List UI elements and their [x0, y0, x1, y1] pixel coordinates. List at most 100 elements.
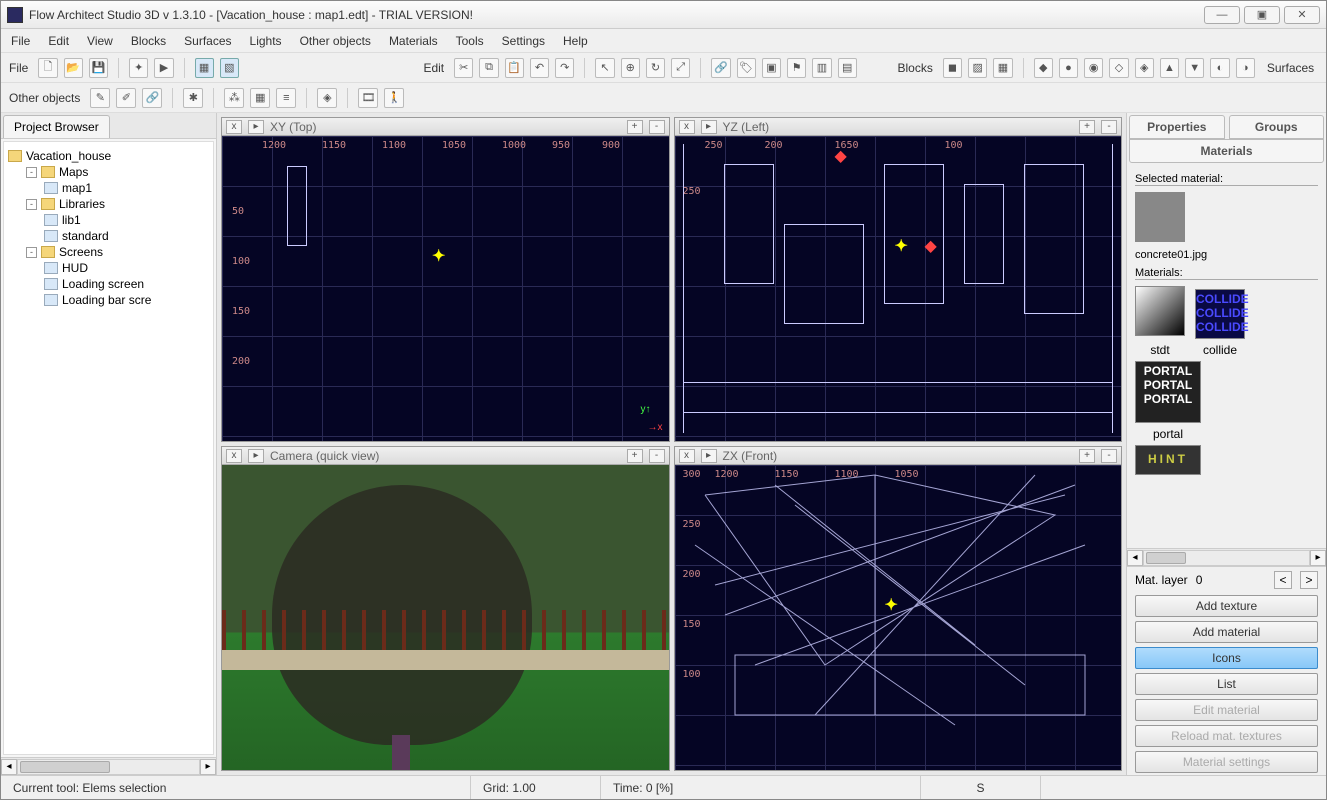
view-close-icon[interactable]: x: [679, 449, 695, 463]
film-icon[interactable]: 🎞: [358, 88, 378, 108]
layout-a-icon[interactable]: ▦: [195, 58, 214, 78]
block-box-icon[interactable]: ▨: [968, 58, 987, 78]
edit-material-button[interactable]: Edit material: [1135, 699, 1318, 721]
shape-5-icon[interactable]: ◈: [1135, 58, 1154, 78]
close-button[interactable]: ✕: [1284, 6, 1320, 24]
scroll-thumb[interactable]: [20, 761, 110, 773]
collapse-icon[interactable]: -: [26, 199, 37, 210]
layers-icon[interactable]: ≡: [276, 88, 296, 108]
add-texture-button[interactable]: Add texture: [1135, 595, 1318, 617]
list-button[interactable]: List: [1135, 673, 1318, 695]
tree-libraries[interactable]: - Libraries: [8, 196, 209, 212]
block-cube-icon[interactable]: ◼: [943, 58, 962, 78]
view-minus-icon[interactable]: -: [1101, 120, 1117, 134]
collapse-icon[interactable]: -: [26, 167, 37, 178]
tool-icon[interactable]: ✦: [129, 58, 148, 78]
checker-icon[interactable]: ▦: [250, 88, 270, 108]
shape-4-icon[interactable]: ◇: [1109, 58, 1128, 78]
link2-icon[interactable]: 🔗: [142, 88, 162, 108]
open-button[interactable]: 📂: [64, 58, 83, 78]
menu-settings[interactable]: Settings: [502, 34, 545, 48]
snap-icon[interactable]: ✱: [183, 88, 203, 108]
menu-edit[interactable]: Edit: [48, 34, 69, 48]
tree-map1[interactable]: map1: [8, 180, 209, 196]
preview-a-icon[interactable]: ▥: [812, 58, 831, 78]
properties-tab[interactable]: Properties: [1129, 115, 1225, 139]
viewport-zx[interactable]: x ▸ ZX (Front) + - 1200 1150 1100 1050 3…: [674, 446, 1123, 771]
project-tree[interactable]: Vacation_house - Maps map1 - Libraries: [3, 141, 214, 755]
tree-standard[interactable]: standard: [8, 228, 209, 244]
menu-tools[interactable]: Tools: [456, 34, 484, 48]
materials-scrollbar[interactable]: ◂ ▸: [1127, 548, 1326, 566]
copy-icon[interactable]: ⧉: [479, 58, 498, 78]
material-collide[interactable]: COLLIDECOLLIDECOLLIDE: [1195, 289, 1245, 339]
icons-button[interactable]: Icons: [1135, 647, 1318, 669]
view-expand-icon[interactable]: ▸: [248, 120, 264, 134]
link-icon[interactable]: 🔗: [711, 58, 730, 78]
groups-tab[interactable]: Groups: [1229, 115, 1325, 139]
selected-swatch[interactable]: [1135, 192, 1185, 242]
reload-textures-button[interactable]: Reload mat. textures: [1135, 725, 1318, 747]
view-plus-icon[interactable]: +: [627, 120, 643, 134]
select-arrow-icon[interactable]: ↖: [595, 58, 614, 78]
shape-7-icon[interactable]: ▼: [1185, 58, 1204, 78]
menu-surfaces[interactable]: Surfaces: [184, 34, 231, 48]
flag-icon[interactable]: ⚑: [787, 58, 806, 78]
menu-file[interactable]: File: [11, 34, 30, 48]
shape-1-icon[interactable]: ◆: [1034, 58, 1053, 78]
view-plus-icon[interactable]: +: [627, 449, 643, 463]
titlebar[interactable]: Flow Architect Studio 3D v 1.3.10 - [Vac…: [1, 1, 1326, 29]
material-settings-button[interactable]: Material settings: [1135, 751, 1318, 773]
menu-blocks[interactable]: Blocks: [131, 34, 166, 48]
layer-next-button[interactable]: >: [1300, 571, 1318, 589]
view-close-icon[interactable]: x: [226, 120, 242, 134]
view-plus-icon[interactable]: +: [1079, 449, 1095, 463]
view-close-icon[interactable]: x: [679, 120, 695, 134]
tree-root[interactable]: Vacation_house: [8, 148, 209, 164]
scroll-right-icon[interactable]: ▸: [1310, 550, 1326, 566]
group-icon[interactable]: ▣: [762, 58, 781, 78]
shape-9-icon[interactable]: ◑: [1236, 58, 1255, 78]
shape-6-icon[interactable]: ▲: [1160, 58, 1179, 78]
new-button[interactable]: 🗋: [38, 58, 57, 78]
tag-icon[interactable]: 🏷: [737, 58, 756, 78]
tree-hud[interactable]: HUD: [8, 260, 209, 276]
shape-2-icon[interactable]: ●: [1059, 58, 1078, 78]
save-button[interactable]: 💾: [89, 58, 108, 78]
preview-b-icon[interactable]: ▤: [838, 58, 857, 78]
scale-icon[interactable]: ⤢: [671, 58, 690, 78]
view-expand-icon[interactable]: ▸: [701, 449, 717, 463]
viewport-camera[interactable]: x ▸ Camera (quick view) + -: [221, 446, 670, 771]
tree-lib1[interactable]: lib1: [8, 212, 209, 228]
h-scrollbar[interactable]: ◂ ▸: [1, 757, 216, 775]
maximize-button[interactable]: ▣: [1244, 6, 1280, 24]
add-material-button[interactable]: Add material: [1135, 621, 1318, 643]
view-minus-icon[interactable]: -: [1101, 449, 1117, 463]
shape-8-icon[interactable]: ◐: [1210, 58, 1229, 78]
tree-screens[interactable]: - Screens: [8, 244, 209, 260]
cut-icon[interactable]: ✂: [454, 58, 473, 78]
particles-icon[interactable]: ⁂: [224, 88, 244, 108]
tree-loadingbar[interactable]: Loading bar scre: [8, 292, 209, 308]
layer-prev-button[interactable]: <: [1274, 571, 1292, 589]
scroll-left-icon[interactable]: ◂: [1, 759, 17, 775]
scroll-left-icon[interactable]: ◂: [1127, 550, 1143, 566]
scroll-thumb[interactable]: [1146, 552, 1186, 564]
run-icon[interactable]: ▶: [154, 58, 173, 78]
view-plus-icon[interactable]: +: [1079, 120, 1095, 134]
scroll-right-icon[interactable]: ▸: [200, 759, 216, 775]
menu-materials[interactable]: Materials: [389, 34, 438, 48]
rotate-icon[interactable]: ↻: [646, 58, 665, 78]
view-minus-icon[interactable]: -: [649, 449, 665, 463]
wand-icon[interactable]: ✎: [90, 88, 110, 108]
project-browser-tab[interactable]: Project Browser: [3, 115, 110, 138]
paste-icon[interactable]: 📋: [505, 58, 524, 78]
collapse-icon[interactable]: -: [26, 247, 37, 258]
shape-3-icon[interactable]: ◉: [1084, 58, 1103, 78]
material-hint[interactable]: HINT: [1135, 445, 1201, 475]
person-icon[interactable]: 🚶: [384, 88, 404, 108]
material-portal[interactable]: PORTALPORTALPORTAL: [1135, 361, 1201, 423]
tree-maps[interactable]: - Maps: [8, 164, 209, 180]
minimize-button[interactable]: —: [1204, 6, 1240, 24]
wand2-icon[interactable]: ✐: [116, 88, 136, 108]
